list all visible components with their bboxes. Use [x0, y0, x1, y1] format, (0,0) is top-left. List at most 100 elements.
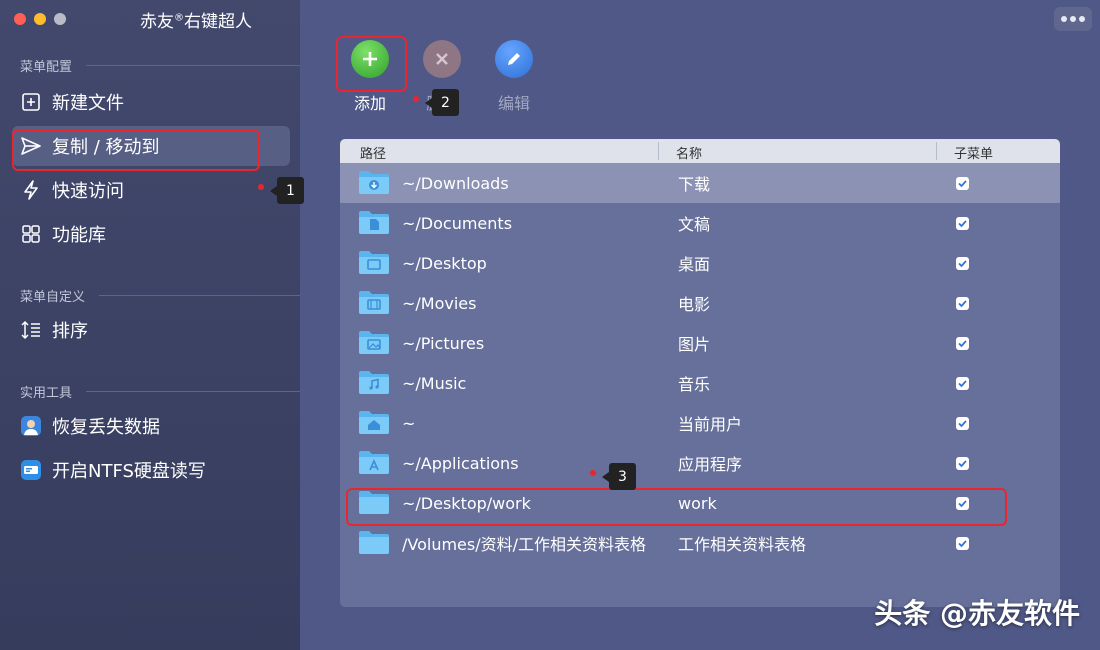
- column-divider: [936, 142, 937, 160]
- checkmark-icon: [958, 259, 967, 267]
- column-header-submenu[interactable]: 子菜单: [954, 143, 993, 162]
- sidebar-item-recover-data[interactable]: 恢复丢失数据: [12, 406, 290, 446]
- cell-name: 桌面: [678, 255, 711, 274]
- edit-button[interactable]: 编辑: [482, 40, 546, 114]
- watermark: 头条 @赤友软件: [874, 597, 1080, 630]
- sort-icon: [20, 319, 42, 341]
- cell-path: ~/Downloads: [402, 173, 509, 193]
- cell-name: 文稿: [678, 215, 711, 234]
- cell-path: ~/Movies: [402, 293, 477, 313]
- pictures-folder-icon: [359, 331, 389, 354]
- main-panel: 添加 删除 编辑 路径 名称 子菜单 ~/Downloads下载~/Docume…: [300, 0, 1100, 650]
- sidebar-item-label: 新建文件: [52, 93, 124, 114]
- section-header-menu-custom: 菜单自定义: [20, 286, 300, 305]
- more-options-button[interactable]: [1054, 7, 1092, 31]
- zoom-window-button[interactable]: [54, 13, 66, 25]
- table-row[interactable]: ~/Desktop 桌面: [340, 243, 1060, 283]
- submenu-checkbox[interactable]: [956, 376, 969, 390]
- cell-path: ~/Pictures: [402, 333, 485, 353]
- checkmark-icon: [958, 179, 967, 187]
- ntfs-app-icon: [20, 459, 42, 481]
- cell-name: 工作相关资料表格: [678, 535, 807, 554]
- recovery-app-icon: [20, 415, 42, 437]
- section-label: 菜单配置: [20, 60, 73, 75]
- table-row[interactable]: ~ 当前用户: [340, 403, 1060, 443]
- applications-folder-icon: [359, 451, 389, 474]
- cell-name: 当前用户: [678, 415, 743, 434]
- close-icon: [423, 40, 461, 78]
- column-header-path[interactable]: 路径: [360, 143, 386, 162]
- annotation-dot: [413, 96, 419, 102]
- section-label: 实用工具: [20, 386, 73, 401]
- checkmark-icon: [958, 299, 967, 307]
- table-row[interactable]: /Volumes/资料/工作相关资料表格 工作相关资料表格: [340, 523, 1060, 563]
- table-row[interactable]: ~/Documents 文稿: [340, 203, 1060, 243]
- cell-path: ~/Music: [402, 373, 467, 393]
- sidebar-item-sort[interactable]: 排序: [12, 310, 290, 350]
- table-row[interactable]: ~/Music 音乐: [340, 363, 1060, 403]
- submenu-checkbox[interactable]: [956, 536, 969, 550]
- table-row[interactable]: ~/Applications 应用程序: [340, 443, 1060, 483]
- dot-icon: [1070, 16, 1076, 22]
- download-folder-icon: [359, 171, 389, 194]
- cell-name: 音乐: [678, 375, 711, 394]
- sidebar-item-new-file[interactable]: 新建文件: [12, 82, 290, 122]
- cell-name: 下载: [678, 175, 711, 194]
- movies-folder-icon: [359, 291, 389, 314]
- app-title: 赤友®右键超人: [140, 7, 300, 32]
- table-row[interactable]: ~/Movies 电影: [340, 283, 1060, 323]
- submenu-checkbox[interactable]: [956, 176, 969, 190]
- submenu-checkbox[interactable]: [956, 416, 969, 430]
- pencil-icon: [495, 40, 533, 78]
- sidebar-item-ntfs[interactable]: 开启NTFS硬盘读写: [12, 450, 290, 490]
- edit-label: 编辑: [497, 94, 530, 113]
- cell-name: 应用程序: [678, 455, 743, 474]
- sidebar-item-function-library[interactable]: 功能库: [12, 214, 290, 254]
- highlight-box-add: [336, 36, 407, 92]
- music-folder-icon: [359, 371, 389, 394]
- sidebar-item-label: 快速访问: [52, 181, 124, 202]
- table-row[interactable]: ~/Downloads 下载: [340, 163, 1060, 203]
- cell-name: 电影: [678, 295, 711, 314]
- cell-path: ~/Documents: [402, 213, 513, 233]
- submenu-checkbox[interactable]: [956, 216, 969, 230]
- submenu-checkbox[interactable]: [956, 456, 969, 470]
- sidebar: 赤友®右键超人 菜单配置 新建文件 复制 / 移动到 快速访问 功能库 菜单自定…: [0, 0, 300, 650]
- grid-icon: [20, 223, 42, 245]
- submenu-checkbox[interactable]: [956, 336, 969, 350]
- cell-path: ~: [402, 413, 416, 433]
- highlight-box-sidebar: [12, 129, 260, 171]
- table-row[interactable]: ~/Pictures 图片: [340, 323, 1060, 363]
- annotation-marker-2: 2: [425, 89, 459, 116]
- dot-icon: [1079, 16, 1085, 22]
- cell-path: ~/Desktop: [402, 253, 487, 273]
- checkmark-icon: [958, 379, 967, 387]
- new-file-icon: [20, 91, 42, 113]
- sidebar-item-label: 恢复丢失数据: [52, 417, 160, 438]
- cell-path: /Volumes/资料/工作相关资料表格: [402, 535, 647, 554]
- section-header-menu-config: 菜单配置: [20, 56, 300, 75]
- checkmark-icon: [958, 339, 967, 347]
- close-window-button[interactable]: [14, 13, 26, 25]
- dot-icon: [1061, 16, 1067, 22]
- app-title-suffix: 右键超人: [184, 12, 252, 32]
- add-label: 添加: [353, 94, 386, 113]
- column-header-name[interactable]: 名称: [676, 143, 702, 162]
- section-header-tools: 实用工具: [20, 382, 300, 401]
- minimize-window-button[interactable]: [34, 13, 46, 25]
- desktop-folder-icon: [359, 251, 389, 274]
- section-label: 菜单自定义: [20, 290, 86, 305]
- submenu-checkbox[interactable]: [956, 256, 969, 270]
- sidebar-item-label: 开启NTFS硬盘读写: [52, 461, 206, 482]
- folder-table: 路径 名称 子菜单 ~/Downloads 下载 ~/Documents 文稿 ~/De…: [340, 139, 1060, 607]
- annotation-marker-1: 1: [270, 177, 304, 204]
- sidebar-item-quick-access[interactable]: 快速访问: [12, 170, 290, 210]
- submenu-checkbox[interactable]: [956, 296, 969, 310]
- cell-name: 图片: [678, 335, 711, 354]
- app-title-main: 赤友: [140, 12, 174, 32]
- highlight-box-row: [346, 488, 1007, 526]
- checkmark-icon: [958, 539, 967, 547]
- sidebar-item-label: 排序: [52, 321, 88, 342]
- table-header: 路径 名称 子菜单: [340, 139, 1060, 163]
- checkmark-icon: [958, 419, 967, 427]
